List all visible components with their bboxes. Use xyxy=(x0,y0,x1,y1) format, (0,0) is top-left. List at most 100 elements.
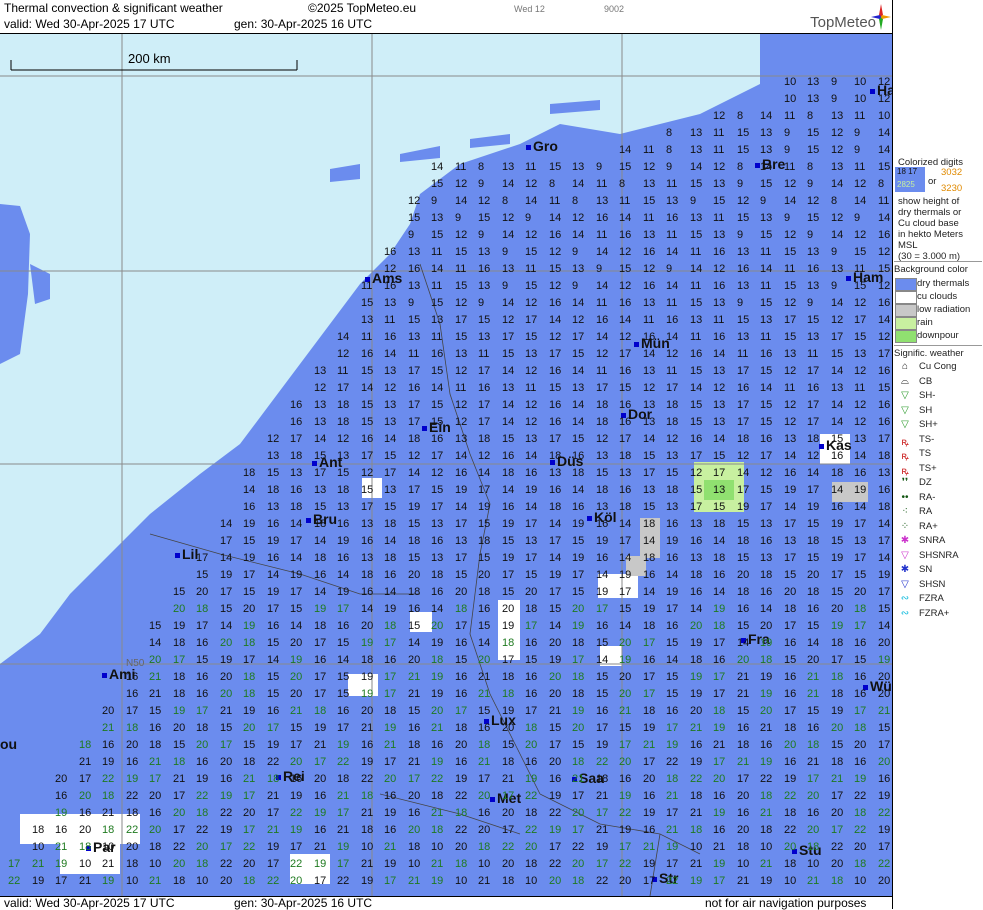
thermal-height-value: 8 xyxy=(666,144,673,156)
thermal-height-value: 17 xyxy=(596,603,609,615)
thunder-light-icon: ꝶ xyxy=(901,436,909,448)
thermal-height-value: 15 xyxy=(525,280,538,292)
thermal-height-value: 17 xyxy=(713,756,726,768)
thermal-height-value: 19 xyxy=(431,875,444,887)
thermal-height-value: 16 xyxy=(619,416,632,428)
thermal-height-value: 19 xyxy=(361,875,374,887)
thermal-height-value: 14 xyxy=(384,586,397,598)
thermal-height-value: 20 xyxy=(290,756,303,768)
thermal-height-value: 18 xyxy=(243,467,256,479)
thermal-height-value: 15 xyxy=(572,535,585,547)
thermal-height-value: 16 xyxy=(854,688,867,700)
thermal-height-value: 18 xyxy=(267,484,280,496)
thermal-height-value: 15 xyxy=(431,484,444,496)
thermal-height-value: 17 xyxy=(408,416,421,428)
thermal-height-value: 22 xyxy=(666,756,679,768)
thermal-height-value: 13 xyxy=(314,365,327,377)
thermal-height-value: 19 xyxy=(690,688,703,700)
thermal-height-value: 18 xyxy=(549,501,562,513)
thermal-height-value: 9 xyxy=(807,178,814,190)
thermal-height-value: 19 xyxy=(126,773,139,785)
thermal-height-value: 21 xyxy=(361,807,374,819)
thermal-height-value: 17 xyxy=(596,807,609,819)
thermal-height-value: 20 xyxy=(690,705,703,717)
thermal-height-value: 15 xyxy=(431,178,444,190)
thermal-height-value: 20 xyxy=(79,824,92,836)
thermal-height-value: 14 xyxy=(690,161,703,173)
thermal-height-value: 16 xyxy=(643,280,656,292)
thermal-height-value: 11 xyxy=(619,195,631,207)
thermal-height-value: 17 xyxy=(267,722,280,734)
thermal-height-value: 11 xyxy=(784,110,796,122)
brand-logo-text[interactable]: TopMeteo xyxy=(810,14,876,31)
thermal-height-value: 21 xyxy=(572,773,585,785)
thermal-height-value: 15 xyxy=(831,739,844,751)
thermal-height-value: 17 xyxy=(502,331,515,343)
thermal-height-value: 17 xyxy=(713,671,726,683)
legend-digit-example: 18 17 2825 xyxy=(895,167,925,192)
thermal-height-value: 19 xyxy=(314,807,327,819)
thermal-height-value: 13 xyxy=(408,280,421,292)
thermal-height-value: 10 xyxy=(525,875,538,887)
thermal-height-value: 12 xyxy=(854,416,867,428)
thermal-height-value: 18 xyxy=(666,416,679,428)
thermal-height-value: 15 xyxy=(807,705,820,717)
thermal-height-value: 17 xyxy=(760,501,773,513)
thermal-height-value: 13 xyxy=(619,467,632,479)
thermal-height-value: 17 xyxy=(314,671,327,683)
thermal-height-value: 17 xyxy=(267,603,280,615)
thermal-height-value: 14 xyxy=(502,416,515,428)
thermal-height-value: 12 xyxy=(337,348,350,360)
thermal-height-value: 21 xyxy=(102,722,115,734)
thermal-height-value: 19 xyxy=(267,535,280,547)
thermal-height-value: 19 xyxy=(878,790,891,802)
thermal-height-value: 17 xyxy=(384,688,397,700)
thermal-height-value: 19 xyxy=(384,858,397,870)
thermal-height-value: 19 xyxy=(760,875,773,887)
thermal-height-value: 12 xyxy=(807,450,820,462)
thermal-height-value: 17 xyxy=(549,433,562,445)
thermal-height-value: 16 xyxy=(619,229,632,241)
thermal-height-value: 20 xyxy=(314,773,327,785)
thermal-height-value: 17 xyxy=(643,688,656,700)
thermal-height-value: 20 xyxy=(619,875,632,887)
legend-weather-label: SHSNRA xyxy=(919,549,959,561)
thermal-height-value: 13 xyxy=(431,552,444,564)
thermal-height-value: 17 xyxy=(807,484,820,496)
thermal-height-value: 14 xyxy=(760,603,773,615)
thermal-height-value: 13 xyxy=(502,263,515,275)
weather-map[interactable]: 200 km N50 Gro Bre Ha Ams Ham Mün Ein Dor Ant Düs… xyxy=(0,34,892,896)
thermal-height-value: 16 xyxy=(784,756,797,768)
thermal-height-value: 21 xyxy=(807,688,820,700)
thermal-height-value: 13 xyxy=(478,246,491,258)
thermal-height-value: 21 xyxy=(408,875,421,887)
thermal-height-value: 17 xyxy=(619,433,632,445)
thermal-height-value: 17 xyxy=(337,807,350,819)
thermal-height-value: 13 xyxy=(737,246,750,258)
thermal-height-value: 16 xyxy=(737,603,750,615)
thermal-height-value: 19 xyxy=(290,654,303,666)
thermal-height-value: 19 xyxy=(690,671,703,683)
thermal-height-value: 16 xyxy=(807,382,820,394)
thermal-height-value: 12 xyxy=(713,110,726,122)
thermal-height-value: 15 xyxy=(760,416,773,428)
thermal-height-value: 10 xyxy=(196,875,209,887)
thermal-height-value: 14 xyxy=(431,161,444,173)
thermal-height-value: 9 xyxy=(784,144,791,156)
thermal-height-value: 12 xyxy=(807,195,820,207)
thermal-height-value: 12 xyxy=(878,76,891,88)
footer-gen-time: gen: 30-Apr-2025 16 UTC xyxy=(234,896,373,910)
thermal-height-value: 17 xyxy=(290,739,303,751)
thermal-height-value: 22 xyxy=(502,841,515,853)
thermal-height-value: 11 xyxy=(525,161,537,173)
thermal-height-value: 16 xyxy=(666,552,679,564)
thermal-height-value: 17 xyxy=(690,501,703,513)
thermal-height-value: 14 xyxy=(643,535,656,547)
thermal-height-value: 9 xyxy=(666,263,673,275)
thermal-height-value: 19 xyxy=(596,586,609,598)
thermal-height-value: 16 xyxy=(643,569,656,581)
thermal-height-value: 19 xyxy=(502,518,515,530)
thermal-height-value: 10 xyxy=(361,841,374,853)
thermal-height-value: 15 xyxy=(525,654,538,666)
thermal-height-value: 19 xyxy=(55,858,68,870)
